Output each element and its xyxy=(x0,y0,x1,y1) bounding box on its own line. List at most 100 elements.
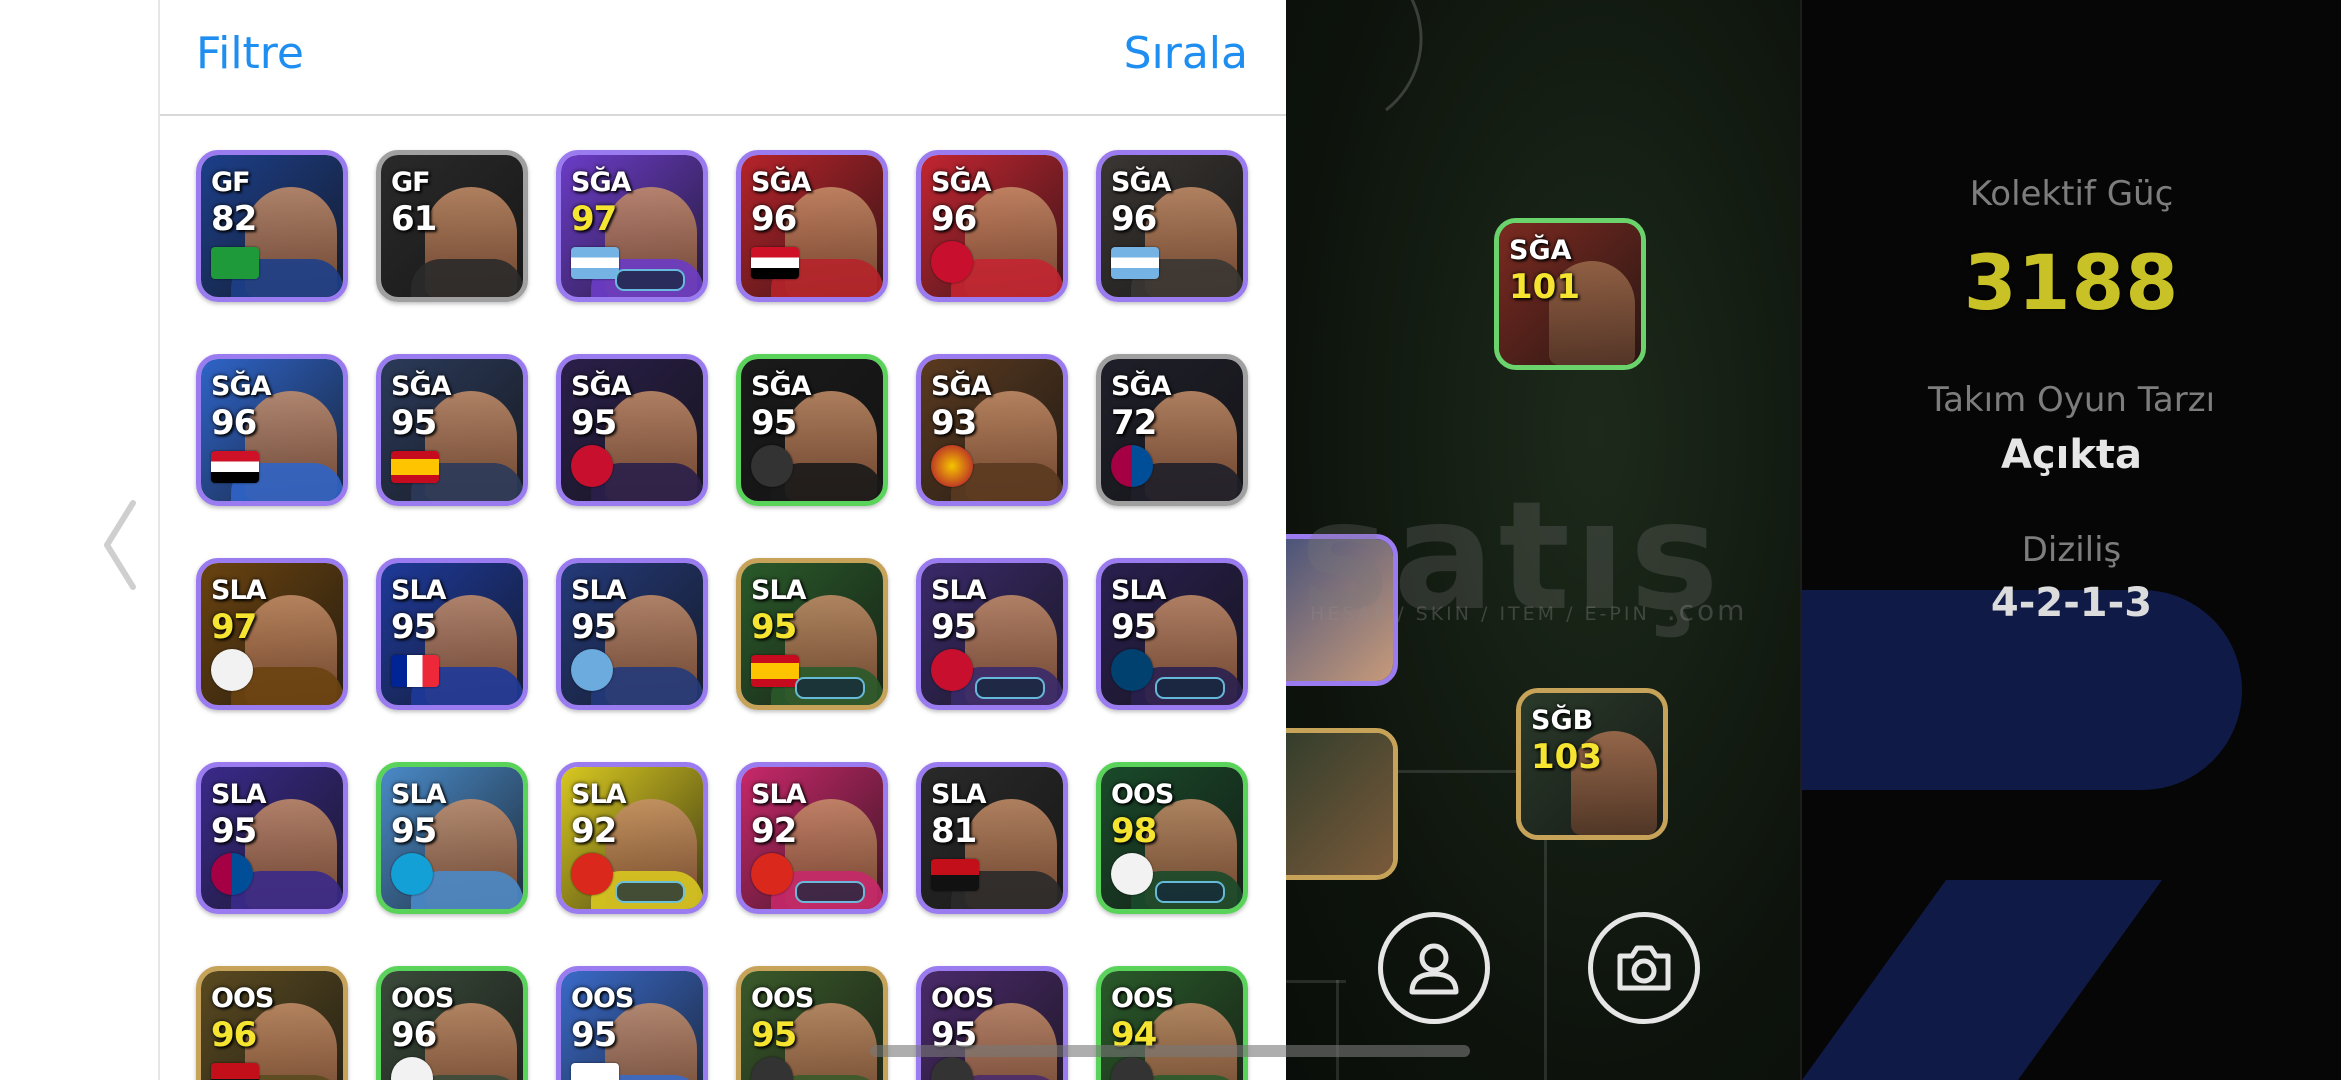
player-card[interactable]: OOS 96 xyxy=(196,966,348,1080)
watermark-dotcom: .com xyxy=(1666,594,1748,627)
flag-icon xyxy=(571,247,619,279)
player-shirt xyxy=(411,259,523,297)
left-margin xyxy=(0,0,158,1080)
collective-power-value: 3188 xyxy=(1963,238,2180,327)
player-card[interactable]: SĞA 96 xyxy=(196,354,348,506)
club-badge-icon xyxy=(391,853,433,895)
club-badge-icon xyxy=(931,445,973,487)
player-card[interactable]: SLA 95 xyxy=(196,762,348,914)
pitch-player-card[interactable]: SĞB 103 xyxy=(1516,688,1668,840)
home-indicator[interactable] xyxy=(870,1045,1470,1057)
card-position: OOS xyxy=(1111,983,1174,1014)
card-rating: 96 xyxy=(751,199,797,239)
player-card[interactable]: SLA 97 xyxy=(196,558,348,710)
flag-icon xyxy=(211,1063,259,1080)
player-card[interactable]: GF 61 xyxy=(376,150,528,302)
player-card[interactable]: OOS 96 xyxy=(376,966,528,1080)
club-badge-icon xyxy=(1111,853,1153,895)
club-badge-icon xyxy=(931,241,973,283)
card-position: SĞA xyxy=(931,371,992,402)
card-rating: 96 xyxy=(931,199,977,239)
card-rating: 95 xyxy=(391,607,437,647)
camera-icon xyxy=(1617,945,1671,991)
card-position: SĞA xyxy=(1111,371,1172,402)
card-position: SLA xyxy=(571,779,627,810)
card-rating: 95 xyxy=(751,1015,797,1055)
card-position: OOS xyxy=(391,983,454,1014)
card-rating: 95 xyxy=(931,607,977,647)
player-card[interactable]: OOS 98 xyxy=(1096,762,1248,914)
player-card[interactable]: SLA 95 xyxy=(376,762,528,914)
pitch-card-rating: 103 xyxy=(1531,737,1602,777)
decor-shape xyxy=(1802,880,2162,1080)
player-card[interactable]: SĞA 95 xyxy=(556,354,708,506)
player-card[interactable]: OOS 94 xyxy=(1096,966,1248,1080)
pitch-card-rating: 101 xyxy=(1509,267,1580,307)
card-position: OOS xyxy=(571,983,634,1014)
card-rating: 95 xyxy=(751,403,797,443)
club-badge-icon xyxy=(571,649,613,691)
card-position: SĞA xyxy=(751,167,812,198)
card-position: SĞA xyxy=(571,371,632,402)
card-rating: 72 xyxy=(1111,403,1157,443)
player-card[interactable]: GF 82 xyxy=(196,150,348,302)
card-position: SLA xyxy=(751,575,807,606)
card-rating: 95 xyxy=(571,403,617,443)
formation-label: Diziliş xyxy=(2021,530,2122,570)
card-position: SLA xyxy=(931,575,987,606)
player-card[interactable]: SLA 92 xyxy=(556,762,708,914)
player-card[interactable]: SĞA 95 xyxy=(736,354,888,506)
player-card[interactable]: SĞA 96 xyxy=(916,150,1068,302)
card-position: SĞA xyxy=(931,167,992,198)
flag-icon xyxy=(391,451,439,483)
player-card[interactable]: SĞA 72 xyxy=(1096,354,1248,506)
pitch-player-card[interactable]: SĞA 101 xyxy=(1494,218,1646,370)
player-card[interactable]: SLA 95 xyxy=(556,558,708,710)
skill-chip-icon xyxy=(615,881,685,903)
player-card[interactable]: SĞA 96 xyxy=(736,150,888,302)
flag-icon xyxy=(751,655,799,687)
center-circle-arc xyxy=(1385,0,1423,112)
card-rating: 93 xyxy=(931,403,977,443)
player-card[interactable]: OOS 95 xyxy=(736,966,888,1080)
card-position: SLA xyxy=(751,779,807,810)
card-rating: 82 xyxy=(211,199,257,239)
camera-button[interactable] xyxy=(1588,912,1700,1024)
player-card[interactable]: SĞA 96 xyxy=(1096,150,1248,302)
profile-button[interactable] xyxy=(1378,912,1490,1024)
player-card[interactable]: SLA 95 xyxy=(1096,558,1248,710)
card-position: OOS xyxy=(1111,779,1174,810)
player-card[interactable]: SLA 95 xyxy=(736,558,888,710)
panel-header: Filtre Sırala xyxy=(160,0,1288,116)
player-card[interactable]: OOS 95 xyxy=(556,966,708,1080)
pitch-player-card-partial[interactable] xyxy=(1286,728,1398,880)
player-card[interactable]: SLA 95 xyxy=(916,558,1068,710)
card-rating: 95 xyxy=(571,1015,617,1055)
flag-icon xyxy=(751,247,799,279)
player-card[interactable]: SĞA 93 xyxy=(916,354,1068,506)
card-rating: 95 xyxy=(751,607,797,647)
sort-button[interactable]: Sırala xyxy=(1124,28,1248,79)
player-card[interactable]: SLA 81 xyxy=(916,762,1068,914)
club-badge-icon xyxy=(211,853,253,895)
skill-chip-icon xyxy=(615,269,685,291)
card-rating: 98 xyxy=(1111,811,1157,851)
filter-button[interactable]: Filtre xyxy=(196,28,304,79)
club-badge-icon xyxy=(751,445,793,487)
player-card[interactable]: SĞA 97 xyxy=(556,150,708,302)
card-rating: 97 xyxy=(211,607,257,647)
card-rating: 96 xyxy=(1111,199,1157,239)
watermark-subtext-text: HESAP / SKIN / ITEM / E-PIN xyxy=(1310,603,1650,625)
club-badge-icon xyxy=(211,649,253,691)
player-card[interactable]: SLA 92 xyxy=(736,762,888,914)
card-rating: 92 xyxy=(571,811,617,851)
card-position: SLA xyxy=(211,575,267,606)
skill-chip-icon xyxy=(795,677,865,699)
player-card[interactable]: OOS 95 xyxy=(916,966,1068,1080)
flag-icon xyxy=(391,655,439,687)
player-card[interactable]: SLA 95 xyxy=(376,558,528,710)
chevron-left-icon[interactable] xyxy=(95,495,145,595)
card-position: SLA xyxy=(391,575,447,606)
flag-icon xyxy=(1111,247,1159,279)
player-card[interactable]: SĞA 95 xyxy=(376,354,528,506)
